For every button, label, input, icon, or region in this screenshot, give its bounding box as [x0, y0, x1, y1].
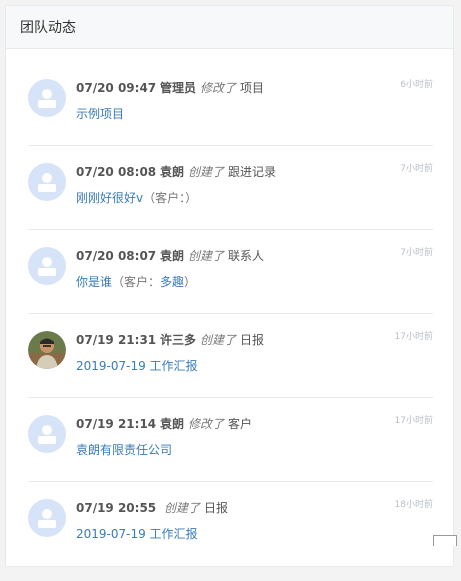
activity-time: 07/19 21:31: [76, 333, 157, 347]
activity-type: 项目: [240, 81, 265, 95]
activity-detail: 2019-07-19 工作汇报: [76, 357, 198, 374]
avatar[interactable]: [28, 247, 66, 285]
activity-detail: 你是谁（客户：多趣）: [76, 273, 196, 290]
relative-time: 7小时前: [400, 164, 433, 174]
panel-title: 团队动态: [20, 20, 76, 36]
avatar[interactable]: [28, 79, 66, 117]
relative-time: 18小时前: [394, 500, 433, 510]
activity-item: 07/19 21:14 袁朗 修改了 客户 17小时前袁朗有限责任公司: [28, 413, 433, 497]
activity-item: 07/20 09:47 管理员 修改了 项目 6小时前示例项目: [28, 77, 433, 161]
activity-summary: 07/19 21:14 袁朗 修改了 客户: [76, 415, 252, 432]
activity-action: 创建了: [163, 501, 200, 515]
activity-summary: 07/20 09:47 管理员 修改了 项目: [76, 79, 264, 96]
relative-time: 17小时前: [394, 416, 433, 426]
panel-header: 团队动态: [6, 6, 453, 49]
activity-action: 修改了: [188, 417, 225, 431]
activity-summary: 07/20 08:08 袁朗 创建了 跟进记录: [76, 163, 276, 180]
activity-link[interactable]: 2019-07-19 工作汇报: [76, 527, 198, 541]
activity-time: 07/20 09:47: [76, 81, 157, 95]
divider: [28, 397, 433, 398]
activity-detail: 示例项目: [76, 105, 124, 122]
activity-time: 07/20 08:07: [76, 249, 157, 263]
activity-link[interactable]: 2019-07-19 工作汇报: [76, 359, 198, 373]
activity-time: 07/20 08:08: [76, 165, 157, 179]
activity-detail: 刚刚好很好v（客户：）: [76, 189, 197, 206]
activity-user: 袁朗: [159, 417, 184, 431]
activity-link[interactable]: 刚刚好很好v: [76, 191, 143, 205]
activity-summary: 07/19 20:55 创建了 日报: [76, 499, 228, 516]
activity-item: 07/19 21:31 许三多 创建了 日报 17小时前 2019-07-19 工作汇报: [28, 329, 433, 413]
divider: [28, 229, 433, 230]
activity-summary: 07/19 21:31 许三多 创建了 日报: [76, 331, 264, 348]
activity-type: 客户: [228, 417, 253, 431]
avatar[interactable]: [28, 415, 66, 453]
activity-item: 07/19 20:55 创建了 日报 18小时前 2019-07-19 工作汇报: [28, 497, 433, 581]
activity-user: 袁朗: [159, 249, 184, 263]
customer-close: ）: [185, 191, 198, 205]
activity-link[interactable]: 示例项目: [76, 107, 124, 121]
avatar[interactable]: [28, 499, 66, 537]
divider: [28, 145, 433, 146]
resize-corner-icon: [433, 535, 457, 546]
avatar[interactable]: [28, 331, 66, 369]
relative-time: 17小时前: [394, 332, 433, 342]
activity-detail: 袁朗有限责任公司: [76, 441, 172, 458]
avatar[interactable]: [28, 163, 66, 201]
activity-user: 许三多: [159, 333, 196, 347]
activity-item: 07/20 08:08 袁朗 创建了 跟进记录 7小时前刚刚好很好v（客户：）: [28, 161, 433, 245]
activity-time: 07/19 20:55: [76, 501, 157, 515]
divider: [28, 313, 433, 314]
activity-time: 07/19 21:14: [76, 417, 157, 431]
activity-action: 创建了: [188, 165, 225, 179]
activity-user: 管理员: [159, 81, 196, 95]
activity-link[interactable]: 你是谁: [76, 275, 112, 289]
divider: [28, 481, 433, 482]
customer-label: （客户：: [112, 275, 161, 289]
relative-time: 7小时前: [400, 248, 433, 258]
activity-type: 日报: [240, 333, 265, 347]
relative-time: 6小时前: [400, 80, 433, 90]
customer-label: （客户：: [143, 191, 186, 205]
activity-detail: 2019-07-19 工作汇报: [76, 525, 198, 542]
activity-action: 创建了: [200, 333, 237, 347]
activity-type: 日报: [204, 501, 229, 515]
activity-link[interactable]: 袁朗有限责任公司: [76, 443, 172, 457]
activity-type: 联系人: [228, 249, 265, 263]
activity-summary: 07/20 08:07 袁朗 创建了 联系人: [76, 247, 264, 264]
activity-user: 袁朗: [159, 165, 184, 179]
customer-link[interactable]: 多趣: [160, 275, 184, 289]
activity-type: 跟进记录: [228, 165, 277, 179]
activity-action: 修改了: [200, 81, 237, 95]
activity-item: 07/20 08:07 袁朗 创建了 联系人 7小时前你是谁（客户：多趣）: [28, 245, 433, 329]
activity-action: 创建了: [188, 249, 225, 263]
customer-close: ）: [184, 275, 197, 289]
team-activity-panel: 团队动态 07/20 09:47 管理员 修改了 项目 6小时前 示例项目 07/20 0…: [5, 5, 454, 567]
